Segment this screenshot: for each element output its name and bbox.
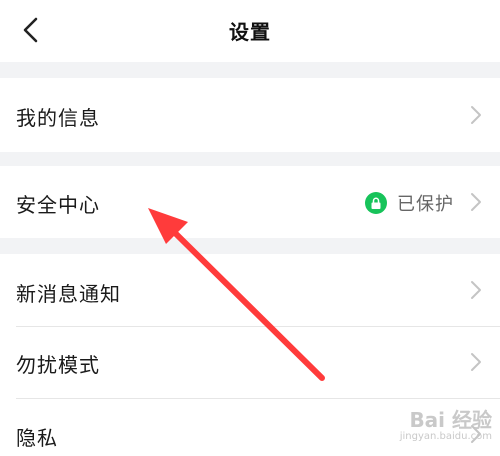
settings-item-label: 安全中心 — [16, 193, 100, 217]
chevron-right-icon — [471, 281, 481, 299]
chevron-right-icon — [471, 106, 481, 124]
security-status: 已保护 — [365, 190, 454, 216]
settings-item-do-not-disturb[interactable]: 勿扰模式 — [0, 326, 500, 398]
settings-item-label: 新消息通知 — [16, 282, 121, 306]
settings-item-label: 我的信息 — [16, 106, 100, 130]
chevron-right-icon — [471, 193, 481, 211]
divider — [16, 398, 500, 399]
settings-item-label: 勿扰模式 — [16, 353, 100, 377]
settings-screen: 设置 我的信息 安全中心 已保护 新消息通知 勿扰模式 隐私 Bai 经验 ji… — [0, 0, 500, 456]
page-title: 设置 — [229, 20, 271, 44]
settings-item-new-message-notification[interactable]: 新消息通知 — [0, 254, 500, 326]
chevron-right-icon — [471, 425, 481, 443]
settings-item-label: 隐私 — [16, 426, 58, 450]
settings-item-my-info[interactable]: 我的信息 — [0, 78, 500, 152]
settings-item-privacy[interactable]: 隐私 — [0, 398, 500, 456]
chevron-right-icon — [471, 353, 481, 371]
navigation-bar: 设置 — [0, 0, 500, 62]
lock-icon — [365, 192, 387, 214]
status-badge: 已保护 — [397, 194, 454, 215]
divider — [16, 326, 500, 327]
settings-item-security-center[interactable]: 安全中心 已保护 — [0, 166, 500, 238]
